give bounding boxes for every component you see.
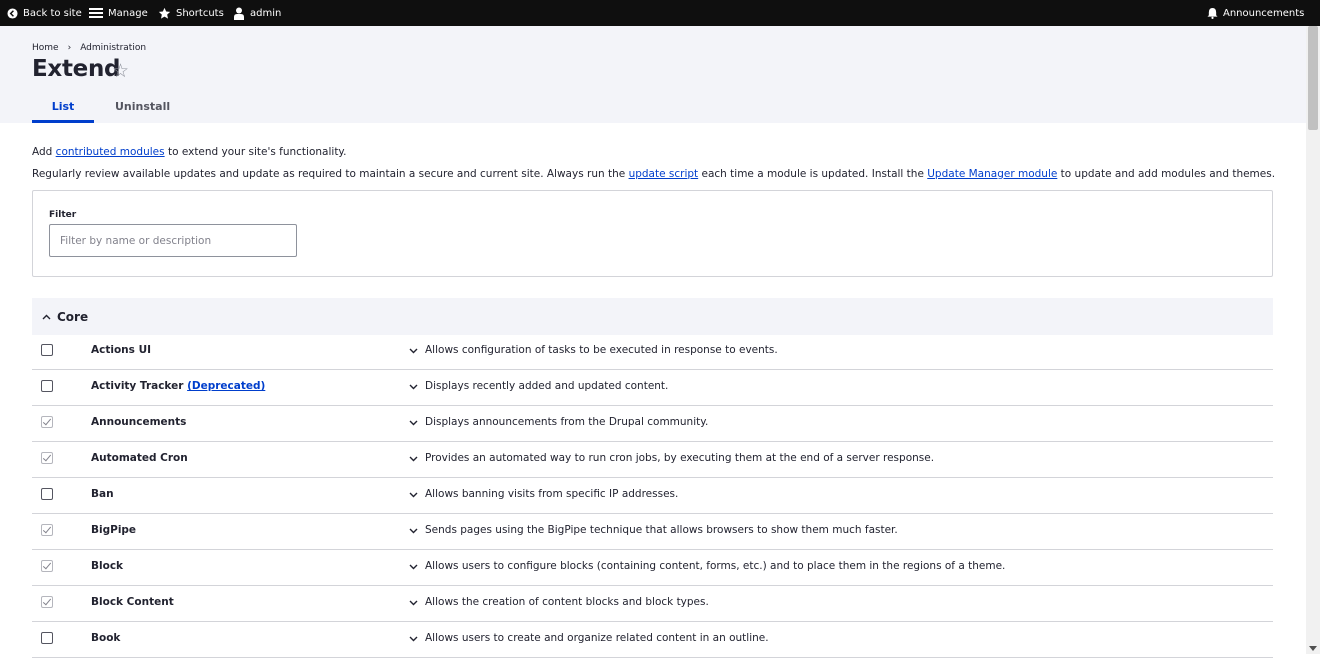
contributed-modules-link[interactable]: contributed modules [56, 146, 165, 158]
module-checkbox[interactable] [41, 560, 53, 572]
filter-fieldset: Filter [32, 190, 1273, 277]
module-checkbox[interactable] [41, 632, 53, 644]
module-row: Ban Allows banning visits from specific I… [32, 478, 1273, 514]
module-name-text: Ban [91, 488, 114, 500]
star-icon [158, 7, 171, 19]
manage-menu[interactable]: Manage [89, 0, 148, 26]
core-group-label: Core [57, 309, 89, 324]
chevron-down-icon[interactable] [409, 384, 418, 390]
chevron-down-icon[interactable] [409, 528, 418, 534]
shortcut-star-icon[interactable]: ☆ [112, 60, 129, 82]
module-row: Automated Cron Provides an automated way … [32, 442, 1273, 478]
module-name[interactable]: Block [91, 560, 123, 572]
module-checkbox[interactable] [41, 416, 53, 428]
intro-line-2: Regularly review available updates and u… [32, 168, 1275, 180]
module-description[interactable]: Allows configuration of tasks to be exec… [425, 344, 778, 356]
intro-line-1: Add contributed modules to extend your s… [32, 146, 347, 158]
user-icon [234, 7, 244, 20]
shortcuts-label: Shortcuts [176, 7, 224, 19]
chevron-down-icon[interactable] [409, 420, 418, 426]
back-arrow-icon [7, 7, 18, 19]
intro-text: to extend your site's functionality. [164, 146, 347, 158]
module-name-text: Automated Cron [91, 452, 188, 464]
breadcrumb-separator: › [67, 43, 72, 53]
module-name-text: Actions UI [91, 344, 151, 356]
module-name[interactable]: Activity Tracker (Deprecated) [91, 380, 265, 392]
back-to-site-label: Back to site [23, 7, 82, 19]
chevron-down-icon[interactable] [409, 492, 418, 498]
module-description[interactable]: Allows banning visits from specific IP a… [425, 488, 678, 500]
shortcuts-menu[interactable]: Shortcuts [158, 0, 224, 26]
breadcrumb: Home › Administration [32, 43, 146, 53]
breadcrumb-home[interactable]: Home [32, 43, 59, 53]
module-name-text: BigPipe [91, 524, 137, 536]
filter-label: Filter [49, 210, 77, 220]
module-checkbox[interactable] [41, 488, 53, 500]
manage-label: Manage [108, 7, 148, 19]
page-title: Extend [32, 56, 121, 82]
hamburger-icon [89, 8, 103, 18]
intro-text: Regularly review available updates and u… [32, 168, 629, 180]
scroll-down-arrow-icon[interactable] [1309, 646, 1317, 651]
module-name[interactable]: Announcements [91, 416, 186, 428]
breadcrumb-administration[interactable]: Administration [80, 43, 146, 53]
scrollbar-thumb[interactable] [1308, 26, 1318, 130]
module-row: BigPipe Sends pages using the BigPipe tec… [32, 514, 1273, 550]
module-checkbox[interactable] [41, 344, 53, 356]
back-to-site-link[interactable]: Back to site [7, 0, 82, 26]
module-row: Activity Tracker (Deprecated) Displays re… [32, 370, 1273, 406]
filter-input[interactable] [49, 224, 297, 257]
module-description[interactable]: Provides an automated way to run cron jo… [425, 452, 934, 464]
module-checkbox[interactable] [41, 380, 53, 392]
module-name[interactable]: Book [91, 632, 120, 644]
module-name-text: Book [91, 632, 121, 644]
module-name[interactable]: Actions UI [91, 344, 151, 356]
core-group-toggle[interactable]: Core [32, 298, 1273, 335]
update-manager-link[interactable]: Update Manager module [927, 168, 1057, 180]
module-name-text: Block Content [91, 596, 174, 608]
module-row: Block Content Allows the creation of cont… [32, 586, 1273, 622]
bell-icon [1207, 7, 1218, 19]
intro-text: Add [32, 146, 56, 158]
module-name-text: Announcements [91, 416, 187, 428]
tab-uninstall[interactable]: Uninstall [115, 100, 170, 113]
module-name[interactable]: Block Content [91, 596, 174, 608]
module-checkbox[interactable] [41, 452, 53, 464]
deprecated-link[interactable]: (Deprecated) [187, 380, 265, 392]
module-description[interactable]: Displays announcements from the Drupal c… [425, 416, 708, 428]
module-name[interactable]: Automated Cron [91, 452, 188, 464]
module-name[interactable]: Ban [91, 488, 114, 500]
announcements-label: Announcements [1223, 7, 1305, 19]
module-checkbox[interactable] [41, 596, 53, 608]
tab-list[interactable]: List [32, 100, 94, 123]
chevron-up-icon [42, 314, 51, 319]
chevron-down-icon[interactable] [409, 348, 418, 354]
module-description[interactable]: Allows users to configure blocks (contai… [425, 560, 1005, 572]
module-description[interactable]: Displays recently added and updated cont… [425, 380, 668, 392]
module-row: Book Allows users to create and organize … [32, 622, 1273, 658]
module-checkbox[interactable] [41, 524, 53, 536]
page-scrollbar[interactable] [1306, 26, 1320, 654]
module-name-text: Block [91, 560, 124, 572]
module-row: Actions UI Allows configuration of tasks … [32, 334, 1273, 370]
intro-text: to update and add modules and themes. [1057, 168, 1276, 180]
update-script-link[interactable]: update script [629, 168, 699, 180]
user-label: admin [250, 7, 282, 19]
module-name[interactable]: BigPipe [91, 524, 136, 536]
chevron-down-icon[interactable] [409, 600, 418, 606]
module-description[interactable]: Allows users to create and organize rela… [425, 632, 769, 644]
intro-text: each time a module is updated. Install t… [698, 168, 928, 180]
chevron-down-icon[interactable] [409, 456, 418, 462]
module-description[interactable]: Sends pages using the BigPipe technique … [425, 524, 898, 536]
module-row: Block Allows users to configure blocks (c… [32, 550, 1273, 586]
module-row: Announcements Displays announcements from… [32, 406, 1273, 442]
module-description[interactable]: Allows the creation of content blocks an… [425, 596, 709, 608]
chevron-down-icon[interactable] [409, 564, 418, 570]
module-name-text: Activity Tracker [91, 380, 184, 392]
user-menu[interactable]: admin [233, 0, 281, 26]
announcements-link[interactable]: Announcements [1207, 0, 1304, 26]
admin-toolbar: Back to site Manage Shortcuts admin Anno… [0, 0, 1320, 26]
chevron-down-icon[interactable] [409, 636, 418, 642]
page-header: Home › Administration Extend ☆ List Unin… [0, 26, 1306, 123]
